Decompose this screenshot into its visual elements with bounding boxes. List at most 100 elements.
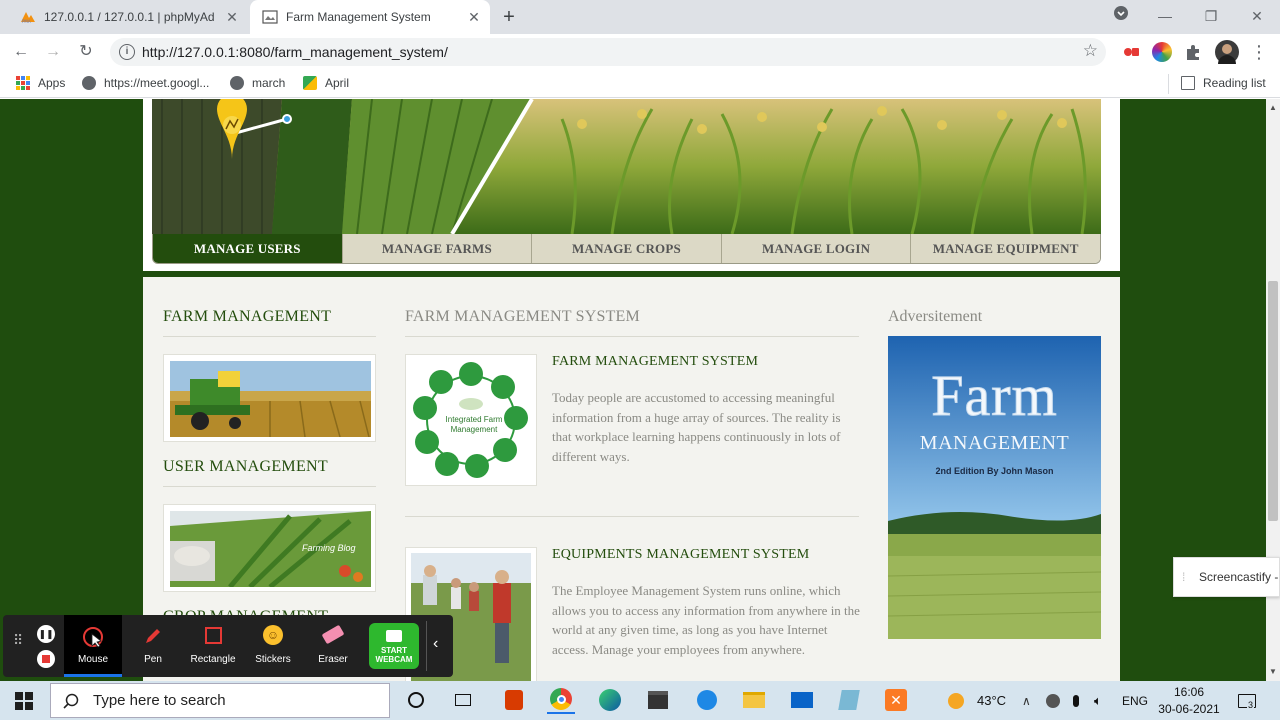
start-webcam-button[interactable]: START WEBCAM (369, 623, 419, 669)
scroll-down-arrow-icon[interactable]: ▼ (1269, 667, 1277, 676)
clock[interactable]: 16:06 30-06-2021 (1158, 681, 1220, 720)
minimize-icon[interactable]: — (1145, 4, 1185, 28)
grip-icon: ⁞ (1182, 570, 1186, 584)
profile-avatar[interactable] (1215, 40, 1239, 64)
nav-manage-equipment[interactable]: MANAGE EQUIPMENT (910, 234, 1100, 263)
site-container: MANAGE USERS MANAGE FARMS MANAGE CROPS M… (143, 99, 1120, 681)
store-icon[interactable] (644, 686, 672, 714)
tool-pen[interactable]: Pen (124, 615, 182, 677)
nav-manage-farms[interactable]: MANAGE FARMS (341, 234, 532, 263)
article-divider (405, 516, 859, 517)
clock-date: 30-06-2021 (1158, 701, 1220, 716)
close-icon[interactable]: ✕ (224, 9, 240, 25)
drag-handle-icon[interactable]: ⠿ (13, 633, 23, 647)
reload-icon[interactable]: ↻ (75, 41, 97, 63)
tool-mouse[interactable]: Mouse (64, 615, 122, 677)
farming-blog-image: Farming Blog (170, 511, 371, 587)
divider (405, 336, 859, 337)
tool-eraser[interactable]: Eraser (304, 615, 362, 677)
bookmark-april[interactable]: April (303, 76, 349, 90)
globe-icon (82, 76, 96, 90)
tab-farm-management[interactable]: Farm Management System ✕ (250, 0, 490, 34)
reading-list-button[interactable]: Reading list (1181, 76, 1266, 90)
language-indicator[interactable]: ENG (1122, 681, 1148, 720)
tool-rectangle[interactable]: Rectangle (184, 615, 242, 677)
notification-center-icon[interactable]: 3 (1238, 681, 1256, 720)
chrome-icon[interactable] (547, 686, 575, 714)
farm-management-thumbnail[interactable] (163, 354, 376, 442)
farming-blog-thumbnail[interactable]: Farming Blog (163, 504, 376, 592)
url-text[interactable]: http://127.0.0.1:8080/farm_management_sy… (142, 44, 448, 60)
scrollbar-thumb[interactable] (1268, 281, 1278, 521)
app-compass-icon[interactable] (693, 686, 721, 714)
forward-arrow-icon[interactable]: → (42, 41, 64, 63)
notes-icon[interactable] (835, 686, 863, 714)
site-header: MANAGE USERS MANAGE FARMS MANAGE CROPS M… (143, 99, 1120, 271)
google-meet-icon (303, 76, 317, 90)
article-title[interactable]: EQUIPMENTS MANAGEMENT SYSTEM (552, 547, 809, 563)
windows-start-icon[interactable] (0, 681, 48, 720)
office-icon[interactable] (500, 686, 528, 714)
weather-widget[interactable]: 43°C (948, 681, 1006, 720)
restore-icon[interactable]: ❐ (1191, 4, 1231, 28)
cortana-icon[interactable] (402, 686, 430, 714)
page-favicon-icon (262, 9, 278, 25)
heading-farm-management: FARM MANAGEMENT (163, 308, 332, 325)
screencastify-extension-icon[interactable] (1121, 42, 1141, 62)
site-info-icon[interactable]: i (119, 44, 135, 60)
bookmark-march[interactable]: march (230, 76, 285, 90)
windows-taskbar: Type here to search ✕ 43°C ∧ 🔈︎ ENG 16:0… (0, 681, 1280, 720)
language-label: ENG (1122, 693, 1149, 708)
file-explorer-icon[interactable] (740, 686, 768, 714)
sun-icon (948, 692, 964, 709)
tool-label: Pen (144, 654, 162, 665)
volume-icon[interactable]: 🔈︎ (1094, 681, 1102, 720)
color-picker-extension-icon[interactable] (1152, 42, 1172, 62)
diagram-caption: Integrated Farm Management (445, 415, 503, 434)
article-title[interactable]: FARM MANAGEMENT SYSTEM (552, 354, 758, 370)
more-options-icon[interactable]: ⋮ (1248, 41, 1270, 63)
nav-manage-login[interactable]: MANAGE LOGIN (720, 234, 911, 263)
address-bar[interactable]: i http://127.0.0.1:8080/farm_management_… (110, 38, 1106, 66)
bookmark-meet[interactable]: https://meet.googl... (82, 76, 209, 90)
screencastify-side-tab[interactable]: ⁞ Screencastify - : (1173, 557, 1280, 597)
bookmark-apps[interactable]: Apps (16, 76, 65, 90)
divider (163, 486, 376, 487)
article-text: The Employee Management System runs onli… (552, 583, 860, 657)
heading-user-management: USER MANAGEMENT (163, 458, 328, 475)
search-placeholder: Type here to search (93, 692, 226, 709)
reading-list-label: Reading list (1203, 76, 1266, 90)
new-tab-button[interactable]: + (498, 6, 520, 28)
close-icon[interactable]: ✕ (466, 9, 482, 25)
window-close-icon[interactable]: ✕ (1237, 4, 1277, 28)
collapse-chevron-icon[interactable]: ‹ (433, 635, 438, 653)
taskbar-search-box[interactable]: Type here to search (50, 683, 390, 718)
tab-phpmyadmin[interactable]: PMA 127.0.0.1 / 127.0.0.1 | phpMyAdmin ✕ (8, 0, 248, 34)
nav-manage-users[interactable]: MANAGE USERS (153, 234, 342, 263)
pause-icon[interactable]: ❚❚ (37, 625, 55, 643)
advertisement-banner[interactable]: Farm MANAGEMENT 2nd Edition By John Maso… (888, 336, 1101, 639)
rectangle-icon (205, 627, 222, 644)
tray-chevron-icon[interactable]: ∧ (1022, 681, 1031, 720)
xampp-icon[interactable]: ✕ (882, 686, 910, 714)
header-banner-image (152, 99, 1101, 234)
extensions-puzzle-icon[interactable] (1183, 42, 1203, 62)
scroll-up-arrow-icon[interactable]: ▲ (1269, 103, 1277, 112)
integrated-farm-diagram[interactable]: Integrated Farm Management (405, 354, 537, 486)
tool-stickers[interactable]: ☺ Stickers (244, 615, 302, 677)
webcam-icon (386, 630, 402, 642)
back-arrow-icon[interactable]: ← (10, 41, 32, 63)
microphone-icon[interactable] (1073, 681, 1079, 720)
stop-icon[interactable] (37, 650, 55, 668)
tray-app-icon[interactable] (1046, 681, 1060, 720)
heading-advertisement: Adversitement (888, 308, 983, 325)
tab-search-icon[interactable] (1101, 4, 1141, 28)
screencastify-toolbar: ⠿ ❚❚ Mouse Pen Rectangle ☺ Stickers Eras… (3, 615, 453, 677)
mail-icon[interactable] (788, 686, 816, 714)
nav-manage-crops[interactable]: MANAGE CROPS (531, 234, 721, 263)
bookmark-star-icon[interactable]: ☆ (1083, 41, 1098, 61)
bookmark-label: Apps (38, 76, 66, 90)
edge-icon[interactable] (596, 686, 624, 714)
page-viewport: MANAGE USERS MANAGE FARMS MANAGE CROPS M… (0, 99, 1266, 681)
task-view-icon[interactable] (449, 686, 477, 714)
